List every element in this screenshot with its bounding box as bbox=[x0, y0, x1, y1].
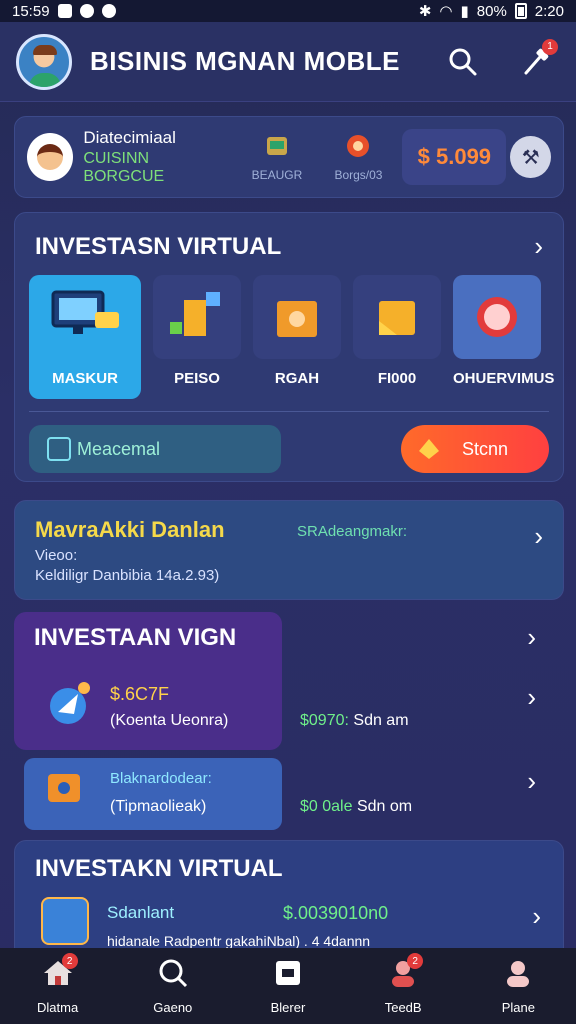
app-title: BISINIS MGNAN MOBLE bbox=[90, 46, 400, 76]
computer-icon bbox=[51, 290, 119, 334]
investment-sub: hidanale Radpentr gakahiNbal) . 4 4dannn bbox=[107, 933, 371, 949]
app-header: BISINIS MGNAN MOBLE 1 bbox=[0, 22, 576, 102]
tile-maskur[interactable]: MASKUR bbox=[29, 275, 141, 399]
investment-value: $.6C7F bbox=[110, 684, 170, 704]
gear-icon bbox=[347, 134, 370, 157]
divider bbox=[29, 411, 549, 412]
nav-label: Plane bbox=[501, 1000, 535, 1015]
market-card[interactable]: MavraAkki Danlan SRAdeangmakr: Vieoo: Ke… bbox=[14, 500, 564, 600]
box-icon bbox=[277, 301, 317, 337]
search-icon bbox=[449, 48, 477, 75]
status-time-right: 2:20 bbox=[534, 2, 564, 20]
tile-label: OHUERVIMUS bbox=[453, 370, 555, 387]
nav-label: Gaeno bbox=[153, 1000, 193, 1015]
investment-return: $0970: Sdn am bbox=[300, 712, 409, 729]
investment-return: $0 0ale Sdn om bbox=[300, 798, 413, 815]
card-icon bbox=[47, 437, 71, 461]
nav-home[interactable]: 2 Dlatma bbox=[8, 953, 108, 1015]
market-title: MavraAkki Danlan bbox=[35, 517, 225, 542]
bottom-navigation: 2 Dlatma Gaeno Blerer 2 TeedB Plane bbox=[0, 948, 576, 1024]
stat-borgs-label: Borgs/03 bbox=[334, 167, 383, 182]
search-icon bbox=[159, 959, 187, 988]
battery-percent: 80% bbox=[476, 2, 507, 20]
nav-label: Blerer bbox=[270, 1000, 306, 1015]
tile-label: RGAH bbox=[274, 370, 320, 387]
status-bar: 15:59 ✱ ◠ ▮ 80% 2:20 bbox=[0, 0, 576, 22]
nav-label: TeedB bbox=[384, 1000, 422, 1015]
battery-icon bbox=[514, 3, 527, 19]
nav-search[interactable]: Gaeno bbox=[123, 957, 223, 1015]
meacemal-label: Meacemal bbox=[77, 438, 161, 459]
chevron-right-icon[interactable]: › bbox=[534, 521, 543, 552]
section-title: INVESTAAN VIGN bbox=[34, 624, 237, 651]
balance-display: $ 5.099 bbox=[402, 129, 507, 185]
tile-label: FI000 bbox=[377, 370, 417, 387]
investment-title: Blaknardodear: bbox=[110, 770, 212, 787]
star-icon bbox=[419, 439, 439, 459]
location-icon bbox=[101, 4, 116, 18]
nav-wallet[interactable]: Blerer bbox=[238, 957, 338, 1015]
tile-ohuervimus[interactable]: OHUERVIMUS bbox=[453, 275, 555, 399]
chevron-right-icon[interactable]: › bbox=[527, 766, 536, 797]
stat-borgs[interactable]: Borgs/03 bbox=[325, 133, 393, 182]
stat-beaugr-label: BEAUGR bbox=[251, 167, 303, 182]
stcnn-button[interactable]: Stcnn bbox=[401, 425, 549, 473]
section-title: INVESTAKN VIRTUAL bbox=[35, 855, 283, 882]
tile-fiooo[interactable]: FI000 bbox=[353, 275, 441, 399]
nav-badge: 2 bbox=[61, 953, 78, 969]
search-button[interactable] bbox=[446, 45, 480, 79]
investment-sub: (Koenta Ueonra) bbox=[110, 712, 229, 729]
wallet-icon bbox=[275, 961, 300, 985]
chevron-right-icon[interactable]: › bbox=[532, 901, 541, 932]
wifi-icon: ◠ bbox=[439, 3, 453, 20]
meacemal-button[interactable]: Meacemal bbox=[29, 425, 281, 473]
profile-name: Diatecimiaal bbox=[83, 128, 176, 147]
user-avatar[interactable] bbox=[16, 33, 72, 90]
app-icon bbox=[79, 4, 94, 18]
profile-avatar bbox=[27, 133, 74, 181]
nav-badge: 2 bbox=[407, 953, 424, 969]
stat-beaugr[interactable]: BEAUGR bbox=[243, 133, 311, 182]
bluetooth-icon: ✱ bbox=[418, 3, 432, 20]
box-icon bbox=[48, 774, 80, 802]
profile-icon bbox=[507, 961, 530, 987]
coins-icon bbox=[170, 292, 220, 336]
notification-icon bbox=[57, 4, 72, 18]
profile-card[interactable]: Diatecimiaal CUISINN BORGCUE BEAUGR Borg… bbox=[14, 116, 564, 198]
rocket-icon bbox=[50, 682, 90, 724]
chevron-right-icon[interactable]: › bbox=[527, 682, 536, 713]
signal-icon: ▮ bbox=[460, 3, 469, 20]
notification-badge: 1 bbox=[542, 38, 558, 55]
nav-label: Dlatma bbox=[37, 1000, 79, 1015]
market-line2: Vieoo: bbox=[35, 547, 78, 564]
tile-label: MASKUR bbox=[52, 370, 118, 387]
chevron-right-icon[interactable]: › bbox=[534, 231, 543, 262]
investment-name: Sdanlant bbox=[107, 903, 175, 922]
badge-icon bbox=[477, 297, 517, 337]
profile-action-button[interactable]: ⚒ bbox=[510, 136, 551, 178]
nav-team[interactable]: 2 TeedB bbox=[353, 953, 453, 1015]
chevron-right-icon[interactable]: › bbox=[527, 622, 536, 653]
nav-profile[interactable]: Plane bbox=[468, 957, 568, 1015]
virtual-investment-card: INVESTASN VIRTUAL › MASKUR PEISO RGAH FI… bbox=[14, 212, 564, 482]
profile-business: CUISINN BORGCUE bbox=[83, 150, 165, 185]
investment-sub: (Tipmaolieak) bbox=[110, 798, 207, 815]
tile-peiso[interactable]: PEISO bbox=[153, 275, 241, 399]
tile-rgah[interactable]: RGAH bbox=[253, 275, 341, 399]
tile-label: PEISO bbox=[174, 370, 220, 387]
tools-button[interactable]: 1 bbox=[518, 38, 558, 79]
market-status: SRAdeangmakr: bbox=[297, 523, 408, 540]
status-time-left: 15:59 bbox=[12, 2, 50, 20]
market-line3: Keldiligr Danbibia 14a.2.93) bbox=[35, 567, 220, 584]
building-icon bbox=[266, 136, 287, 155]
app-tile-icon bbox=[41, 897, 89, 945]
package-icon bbox=[379, 301, 415, 335]
investment-value: $.0039010n0 bbox=[283, 903, 389, 923]
hammer-icon: ⚒ bbox=[521, 146, 540, 169]
stcnn-label: Stcnn bbox=[461, 438, 509, 459]
section-title: INVESTASN VIRTUAL bbox=[35, 233, 282, 260]
